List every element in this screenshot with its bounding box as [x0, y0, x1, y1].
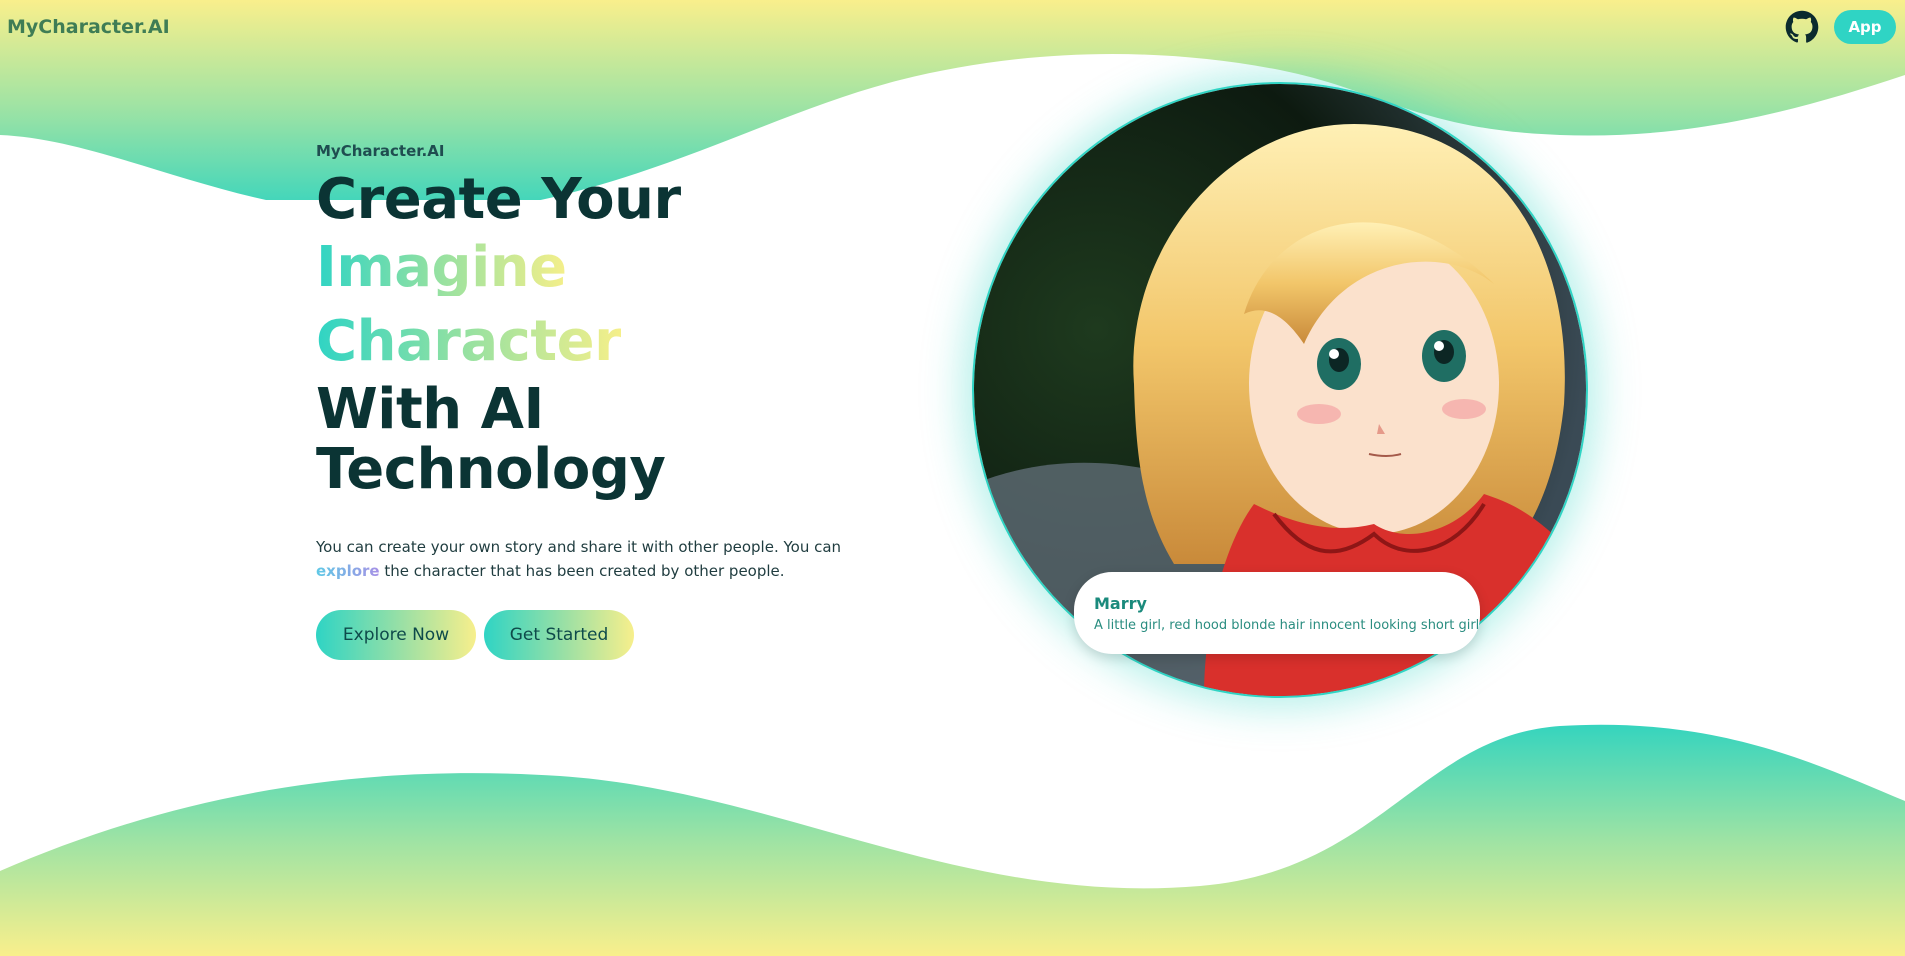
character-name: Marry	[1094, 594, 1147, 613]
explore-link[interactable]: explore	[316, 562, 380, 580]
character-card[interactable]: Marry A little girl, red hood blonde hai…	[1074, 572, 1480, 654]
brand-logo[interactable]: MyCharacter.AI	[7, 16, 170, 38]
get-started-button[interactable]: Get Started	[484, 610, 634, 660]
top-wave-decoration	[0, 0, 1905, 200]
app-button[interactable]: App	[1834, 10, 1896, 44]
hero-eyebrow: MyCharacter.AI	[316, 142, 445, 160]
github-link[interactable]	[1785, 10, 1819, 44]
headline-line-2: Imagine	[316, 235, 567, 300]
headline-line-5: Technology	[316, 437, 666, 502]
explore-now-button[interactable]: Explore Now	[316, 610, 476, 660]
description-text-end: the character that has been created by o…	[379, 562, 785, 580]
character-description: A little girl, red hood blonde hair inno…	[1094, 618, 1480, 633]
headline-line-3: Character	[316, 309, 622, 374]
github-icon	[1785, 10, 1819, 43]
hero-section: MyCharacter.AI Create Your Imagine Chara…	[316, 142, 876, 660]
headline-line-4: With AI	[316, 377, 544, 442]
description-text-start: You can create your own story and share …	[316, 538, 842, 556]
headline-line-1: Create Your	[316, 167, 681, 232]
hero-description: You can create your own story and share …	[316, 535, 856, 583]
bottom-wave-decoration	[0, 724, 1905, 956]
